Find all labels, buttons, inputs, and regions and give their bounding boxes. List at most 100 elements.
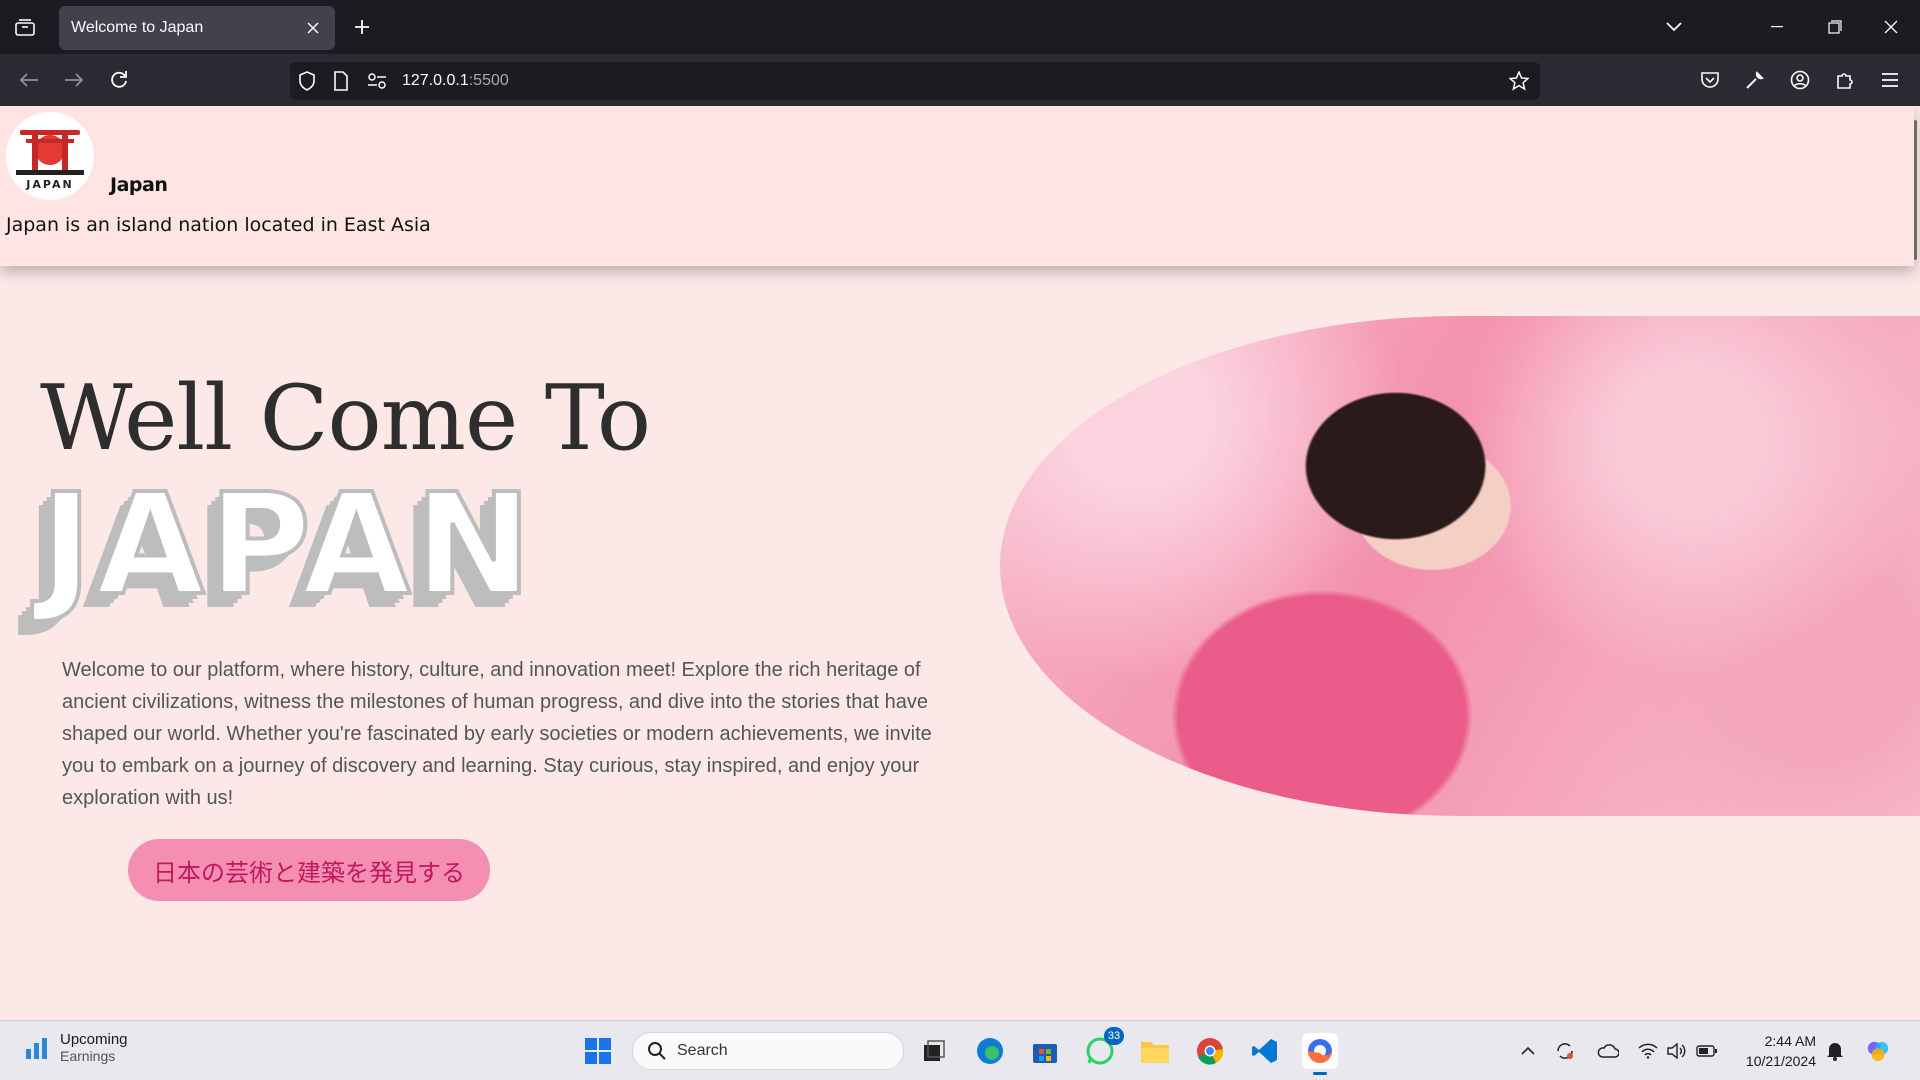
reload-button[interactable] — [102, 64, 136, 96]
whatsapp-app[interactable]: 33 — [1082, 1027, 1124, 1069]
url-host: 127.0.0.1 — [402, 72, 469, 89]
brand-name: Japan — [110, 174, 168, 196]
torii-gate-icon: JAPAN — [16, 130, 84, 191]
new-tab-button[interactable] — [348, 13, 376, 41]
menu-button[interactable] — [1873, 64, 1907, 96]
task-view-button[interactable] — [916, 1033, 952, 1069]
cloud-icon — [1597, 1044, 1619, 1058]
shield-icon[interactable] — [296, 70, 318, 92]
bell-icon — [1827, 1043, 1843, 1061]
store-icon — [1033, 1044, 1057, 1063]
edge-icon — [977, 1038, 1003, 1064]
folder-icon — [1141, 1042, 1169, 1063]
address-bar[interactable]: 127.0.0.1:5500 — [290, 62, 1540, 100]
windows-taskbar: Upcoming Earnings Search 33 2:44 AM 10/2… — [0, 1020, 1920, 1080]
edge-app[interactable] — [972, 1033, 1008, 1069]
arrow-right-icon — [65, 73, 84, 87]
tab-list-icon — [15, 19, 35, 36]
chevron-down-icon — [1666, 22, 1682, 32]
search-label: Search — [677, 1042, 728, 1059]
plus-icon — [355, 20, 369, 34]
wifi-tray[interactable] — [1636, 1039, 1660, 1063]
window-minimize-button[interactable] — [1754, 8, 1800, 46]
file-explorer-app[interactable] — [1137, 1033, 1173, 1069]
speaker-icon — [1667, 1043, 1686, 1059]
clock-time: 2:44 AM — [1764, 1033, 1816, 1049]
back-button[interactable] — [12, 64, 46, 96]
navigation-toolbar: 127.0.0.1:5500 — [0, 54, 1920, 106]
minimize-icon — [1771, 26, 1783, 28]
logo-text: JAPAN — [25, 178, 73, 191]
copilot-button[interactable] — [1866, 1039, 1890, 1063]
url-text[interactable]: 127.0.0.1:5500 — [402, 72, 509, 90]
hero-image-kimono-woman — [1000, 316, 1920, 816]
account-icon — [1790, 70, 1810, 90]
windows-logo-icon — [585, 1038, 611, 1064]
vscode-app[interactable] — [1247, 1033, 1283, 1069]
onedrive-tray[interactable] — [1596, 1039, 1620, 1063]
pocket-button[interactable] — [1693, 64, 1727, 96]
restore-icon — [1828, 20, 1842, 34]
permissions-icon[interactable] — [366, 70, 388, 92]
window-close-button[interactable] — [1868, 8, 1914, 46]
page-icon[interactable] — [330, 70, 352, 92]
notifications-button[interactable] — [1823, 1039, 1847, 1063]
widget-subtitle: Earnings — [60, 1048, 116, 1064]
close-icon — [1884, 20, 1898, 34]
chevron-up-icon — [1521, 1047, 1535, 1055]
copilot-icon — [1867, 1041, 1889, 1062]
page-viewport: JAPAN Japan Japan is an island nation lo… — [0, 106, 1920, 1020]
chrome-icon — [1197, 1038, 1224, 1065]
widget-title: Upcoming — [60, 1031, 128, 1048]
wrench-icon — [1746, 71, 1764, 89]
clock-date: 10/21/2024 — [1745, 1053, 1816, 1069]
pocket-icon — [1701, 72, 1719, 88]
tagline: Japan is an island nation located in Eas… — [6, 214, 431, 236]
hamburger-menu-icon — [1882, 73, 1898, 87]
discover-art-button[interactable]: 日本の芸術と建築を発見する — [128, 839, 490, 901]
url-port: :5500 — [468, 72, 509, 89]
taskbar-search[interactable]: Search — [632, 1032, 904, 1070]
tabs-dropdown-button[interactable] — [1660, 13, 1688, 41]
system-clock[interactable]: 2:44 AM 10/21/2024 — [1736, 1031, 1816, 1071]
bookmark-star-icon[interactable] — [1508, 70, 1530, 92]
volume-tray[interactable] — [1665, 1039, 1689, 1063]
hero-title-line1: Well Come To — [40, 366, 651, 471]
sync-icon — [1557, 1043, 1573, 1059]
firefox-icon — [1308, 1039, 1332, 1063]
sync-tray[interactable] — [1553, 1039, 1577, 1063]
show-hidden-icons-button[interactable] — [1516, 1039, 1540, 1063]
site-header: JAPAN Japan Japan is an island nation lo… — [0, 106, 1914, 266]
dev-tools-button[interactable] — [1738, 64, 1772, 96]
active-indicator — [1313, 1072, 1327, 1075]
arrow-left-icon — [19, 73, 38, 87]
extensions-button[interactable] — [1828, 64, 1862, 96]
notification-badge: 33 — [1104, 1027, 1124, 1045]
close-icon — [307, 22, 319, 34]
store-app[interactable] — [1027, 1033, 1063, 1069]
wifi-icon — [1638, 1043, 1658, 1059]
search-icon — [648, 1042, 666, 1060]
vscode-icon — [1252, 1039, 1277, 1063]
tab-close-button[interactable] — [303, 18, 323, 38]
battery-tray[interactable] — [1695, 1039, 1719, 1063]
active-tab[interactable]: Welcome to Japan — [59, 6, 335, 50]
stock-chart-icon — [26, 1037, 47, 1059]
firefox-app[interactable] — [1302, 1033, 1338, 1075]
japan-logo[interactable]: JAPAN — [6, 112, 94, 200]
forward-button[interactable] — [57, 64, 91, 96]
browser-tab-bar: Welcome to Japan — [0, 0, 1920, 54]
account-button[interactable] — [1783, 64, 1817, 96]
task-view-icon — [924, 1040, 945, 1061]
start-button[interactable] — [580, 1033, 616, 1069]
list-all-tabs-button[interactable] — [8, 12, 42, 42]
reload-icon — [111, 71, 127, 88]
tab-title: Welcome to Japan — [71, 19, 204, 36]
battery-icon — [1696, 1045, 1717, 1057]
window-restore-button[interactable] — [1812, 8, 1858, 46]
hero-title-line2: JAPAN — [38, 464, 536, 627]
widgets-button[interactable]: Upcoming Earnings — [24, 1031, 128, 1064]
chrome-app[interactable] — [1192, 1033, 1228, 1069]
intro-paragraph: Welcome to our platform, where history, … — [62, 659, 932, 809]
scrollbar[interactable] — [1914, 120, 1917, 260]
